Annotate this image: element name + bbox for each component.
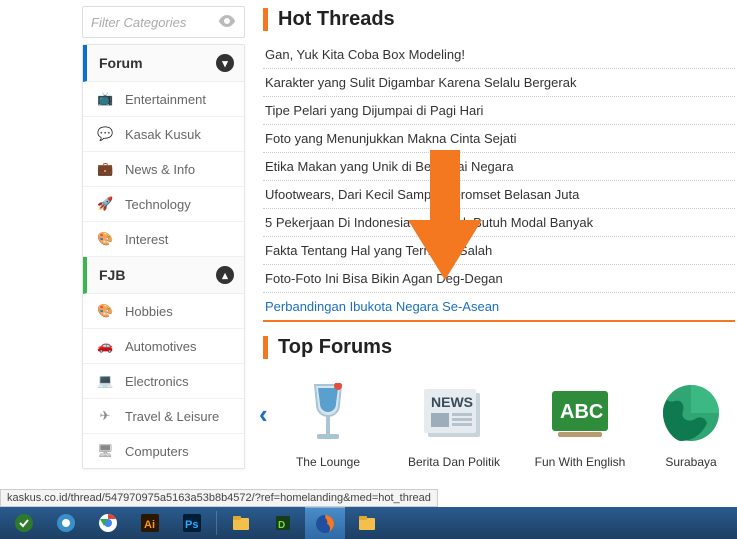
forum-card-fun-with-english[interactable]: ABC Fun With English — [521, 379, 639, 469]
desktop-icon: 🖥 — [97, 443, 113, 459]
car-icon: 🚗 — [97, 338, 113, 354]
forum-label: Fun With English — [521, 455, 639, 469]
tv-icon: 📺 — [97, 91, 113, 107]
palette-icon: 🎨 — [97, 231, 113, 247]
sidebar-header-forum[interactable]: Forum ▾ — [83, 45, 244, 82]
sidebar-item-label: Automotives — [125, 339, 197, 354]
sidebar-item-kasak-kusuk[interactable]: 💬 Kasak Kusuk — [83, 117, 244, 152]
filter-placeholder: Filter Categories — [91, 15, 186, 30]
taskbar-photoshop[interactable]: Ps — [172, 507, 212, 539]
thread-link[interactable]: Fakta Tentang Hal yang Ternyata Salah — [263, 237, 735, 265]
sidebar-item-label: Hobbies — [125, 304, 173, 319]
forum-card-surabaya[interactable]: Surabaya — [647, 379, 735, 469]
taskbar-dreamweaver[interactable]: D — [263, 507, 303, 539]
forum-label: The Lounge — [269, 455, 387, 469]
sidebar-item-label: Interest — [125, 232, 168, 247]
sidebar-item-news-info[interactable]: 💼 News & Info — [83, 152, 244, 187]
eye-icon — [218, 15, 236, 30]
sidebar-item-technology[interactable]: 🚀 Technology — [83, 187, 244, 222]
sidebar-item-travel-leisure[interactable]: ✈ Travel & Leisure — [83, 399, 244, 434]
abc-icon: ABC — [521, 379, 639, 447]
svg-text:ABC: ABC — [560, 401, 603, 423]
sidebar-item-label: Electronics — [125, 374, 189, 389]
wine-icon — [269, 379, 387, 447]
thread-link[interactable]: Karakter yang Sulit Digambar Karena Sela… — [263, 69, 735, 97]
taskbar-camtasia[interactable] — [46, 507, 86, 539]
filter-categories-input[interactable]: Filter Categories — [82, 6, 245, 38]
svg-text:NEWS: NEWS — [431, 394, 473, 410]
sidebar-item-electronics[interactable]: 💻 Electronics — [83, 364, 244, 399]
plane-icon: ✈ — [97, 408, 113, 424]
sidebar-item-label: Technology — [125, 197, 191, 212]
sidebar-header-title: Forum — [99, 55, 143, 71]
chevron-left-icon[interactable]: ‹ — [259, 399, 268, 430]
thread-link[interactable]: Foto yang Menunjukkan Makna Cinta Sejati — [263, 125, 735, 153]
status-bar-url: kaskus.co.id/thread/547970975a5163a53b8b… — [0, 489, 438, 507]
taskbar-idm[interactable] — [4, 507, 44, 539]
globe-icon — [647, 379, 735, 447]
hot-threads-title: Hot Threads — [263, 8, 735, 31]
forum-card-berita-dan-politik[interactable]: NEWS Berita Dan Politik — [395, 379, 513, 469]
svg-text:D: D — [278, 520, 285, 531]
chat-icon: 💬 — [97, 126, 113, 142]
sidebar-item-label: Entertainment — [125, 92, 206, 107]
rocket-icon: 🚀 — [97, 196, 113, 212]
taskbar-folder[interactable] — [347, 507, 387, 539]
sidebar-header-title: FJB — [99, 267, 125, 283]
forum-label: Surabaya — [647, 455, 735, 469]
laptop-icon: 💻 — [97, 373, 113, 389]
hot-threads-list: Gan, Yuk Kita Coba Box Modeling! Karakte… — [263, 41, 735, 322]
thread-link[interactable]: 5 Pekerjaan Di Indonesia yang Gak Butuh … — [263, 209, 735, 237]
forum-label: Berita Dan Politik — [395, 455, 513, 469]
thread-link[interactable]: Ufootwears, Dari Kecil Sampai Beromset B… — [263, 181, 735, 209]
thread-link[interactable]: Etika Makan yang Unik di Berbagai Negara — [263, 153, 735, 181]
taskbar-illustrator[interactable]: Ai — [130, 507, 170, 539]
sidebar-item-hobbies[interactable]: 🎨 Hobbies — [83, 294, 244, 329]
top-forums-title: Top Forums — [263, 336, 735, 359]
chevron-down-icon: ▾ — [216, 54, 234, 72]
sidebar-item-automotives[interactable]: 🚗 Automotives — [83, 329, 244, 364]
sidebar-item-interest[interactable]: 🎨 Interest — [83, 222, 244, 257]
sidebar-header-fjb[interactable]: FJB ▴ — [83, 257, 244, 294]
thread-link[interactable]: Gan, Yuk Kita Coba Box Modeling! — [263, 41, 735, 69]
sidebar-item-entertainment[interactable]: 📺 Entertainment — [83, 82, 244, 117]
sidebar-item-label: Computers — [125, 444, 189, 459]
forum-card-the-lounge[interactable]: The Lounge — [269, 379, 387, 469]
svg-text:Ps: Ps — [185, 519, 198, 531]
news-icon: NEWS — [395, 379, 513, 447]
sidebar-item-label: Travel & Leisure — [125, 409, 219, 424]
taskbar-firefox[interactable] — [305, 507, 345, 539]
briefcase-icon: 💼 — [97, 161, 113, 177]
sidebar-item-computers[interactable]: 🖥 Computers — [83, 434, 244, 468]
sidebar-item-label: Kasak Kusuk — [125, 127, 201, 142]
taskbar-explorer[interactable] — [221, 507, 261, 539]
thread-link[interactable]: Foto-Foto Ini Bisa Bikin Agan Deg-Degan — [263, 265, 735, 293]
palette-icon: 🎨 — [97, 303, 113, 319]
sidebar-item-label: News & Info — [125, 162, 195, 177]
svg-text:Ai: Ai — [144, 519, 155, 531]
chevron-up-icon: ▴ — [216, 266, 234, 284]
taskbar: Ai Ps D — [0, 507, 737, 539]
thread-link[interactable]: Tipe Pelari yang Dijumpai di Pagi Hari — [263, 97, 735, 125]
taskbar-separator — [216, 511, 217, 535]
thread-link-highlighted[interactable]: Perbandingan Ibukota Negara Se-Asean — [263, 293, 735, 322]
taskbar-chrome[interactable] — [88, 507, 128, 539]
